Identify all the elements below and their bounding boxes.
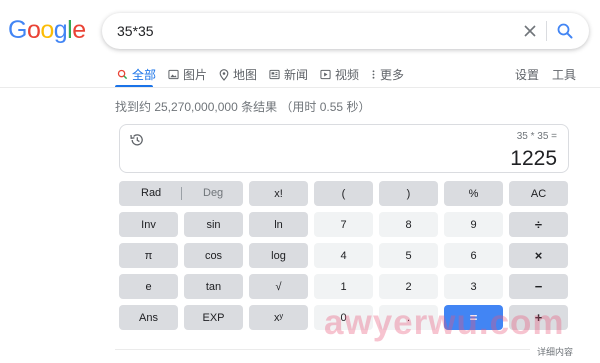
key-sqrt[interactable]: √ — [249, 274, 308, 299]
map-pin-icon — [219, 68, 229, 81]
details-link[interactable]: 详细内容 — [537, 345, 573, 358]
result-stats: 找到约 25,270,000,000 条结果 （用时 0.55 秒） — [115, 100, 371, 114]
tab-label: 新闻 — [284, 68, 309, 82]
key-sin[interactable]: sin — [184, 212, 243, 237]
settings-link[interactable]: 设置 — [515, 66, 539, 83]
tools-link[interactable]: 工具 — [552, 66, 576, 83]
key-log[interactable]: log — [249, 243, 308, 268]
clear-icon[interactable] — [520, 21, 540, 41]
logo-letter: e — [72, 16, 86, 44]
search-box[interactable]: 35*35 — [102, 13, 589, 49]
rad-label[interactable]: Rad — [141, 187, 161, 199]
search-tabs: 全部 图片 地图 新闻 视频 更多 设置 工具 — [0, 62, 600, 88]
image-icon — [168, 69, 179, 80]
key-exp[interactable]: EXP — [184, 305, 243, 330]
play-icon — [320, 69, 331, 80]
tab-videos[interactable]: 视频 — [320, 66, 359, 83]
more-vert-icon — [372, 70, 375, 79]
logo-letter: g — [53, 16, 68, 44]
key-cos[interactable]: cos — [184, 243, 243, 268]
search-divider — [546, 21, 547, 41]
logo-letter: G — [8, 16, 27, 44]
watermark: awyerwu.com — [324, 303, 565, 342]
tab-label: 视频 — [335, 68, 360, 82]
tab-label: 更多 — [380, 68, 405, 82]
calculator-result: 1225 — [510, 147, 557, 170]
rad-deg-toggle[interactable]: Rad Deg — [119, 181, 243, 206]
key-5[interactable]: 5 — [379, 243, 438, 268]
key-ln[interactable]: ln — [249, 212, 308, 237]
key-percent[interactable]: % — [444, 181, 503, 206]
logo-letter: o — [26, 16, 41, 44]
key-ans[interactable]: Ans — [119, 305, 178, 330]
key-close-paren[interactable]: ) — [379, 181, 438, 206]
key-divide[interactable]: ÷ — [509, 212, 568, 237]
key-7[interactable]: 7 — [314, 212, 373, 237]
key-power[interactable]: xʸ — [249, 305, 308, 330]
history-icon[interactable] — [129, 132, 145, 148]
news-icon — [269, 69, 280, 80]
tab-maps[interactable]: 地图 — [219, 66, 257, 83]
tab-images[interactable]: 图片 — [168, 66, 207, 83]
footer-divider — [115, 349, 530, 350]
key-2[interactable]: 2 — [379, 274, 438, 299]
key-pi[interactable]: π — [119, 243, 178, 268]
key-3[interactable]: 3 — [444, 274, 503, 299]
key-9[interactable]: 9 — [444, 212, 503, 237]
settings-label: 设置 — [515, 68, 540, 82]
tab-label: 图片 — [183, 68, 208, 82]
tab-more[interactable]: 更多 — [371, 66, 404, 83]
key-inv[interactable]: Inv — [119, 212, 178, 237]
calculator-display: 35 * 35 = 1225 — [119, 124, 569, 173]
key-factorial[interactable]: x! — [249, 181, 308, 206]
tab-label: 地图 — [233, 68, 258, 82]
key-e[interactable]: e — [119, 274, 178, 299]
tab-news[interactable]: 新闻 — [269, 66, 308, 83]
tab-label: 全部 — [132, 68, 157, 82]
search-icon — [117, 69, 128, 80]
search-input[interactable]: 35*35 — [117, 23, 154, 39]
key-6[interactable]: 6 — [444, 243, 503, 268]
google-logo[interactable]: Google — [8, 16, 86, 45]
tabs-divider — [0, 87, 600, 88]
key-subtract[interactable]: − — [509, 274, 568, 299]
rad-deg-divider — [181, 187, 182, 200]
key-4[interactable]: 4 — [314, 243, 373, 268]
key-8[interactable]: 8 — [379, 212, 438, 237]
key-multiply[interactable]: × — [509, 243, 568, 268]
key-tan[interactable]: tan — [184, 274, 243, 299]
tab-all[interactable]: 全部 — [117, 66, 156, 83]
key-1[interactable]: 1 — [314, 274, 373, 299]
logo-letter: o — [40, 16, 54, 44]
calculator-expression: 35 * 35 = — [516, 131, 557, 142]
key-all-clear[interactable]: AC — [509, 181, 568, 206]
search-submit-icon[interactable] — [555, 21, 575, 41]
deg-label[interactable]: Deg — [203, 187, 223, 199]
key-open-paren[interactable]: ( — [314, 181, 373, 206]
tools-label: 工具 — [552, 68, 577, 82]
